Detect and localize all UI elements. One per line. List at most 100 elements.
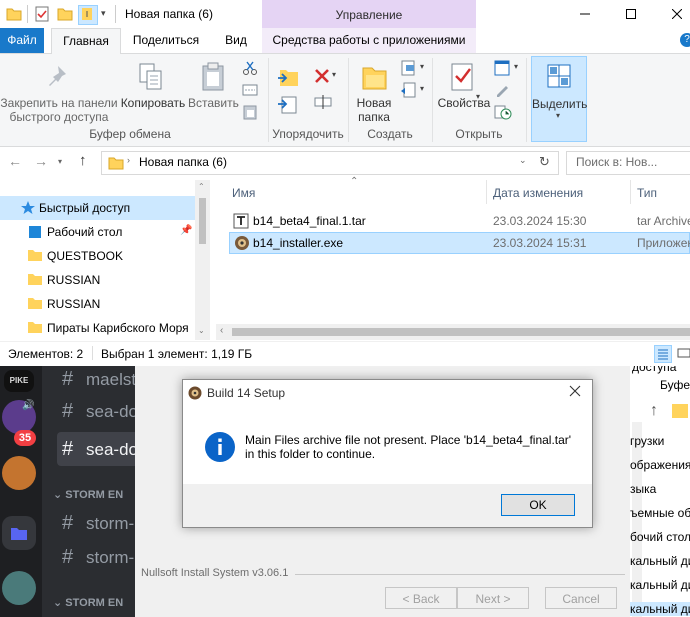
nav-item-folder[interactable]: RUSSIAN [0, 268, 195, 292]
delete-dropdown-icon[interactable]: ▾ [332, 70, 336, 79]
tab-share[interactable]: Поделиться [124, 28, 208, 53]
channel-item[interactable]: # storm- [62, 546, 135, 580]
delete-icon[interactable] [314, 68, 330, 84]
breadcrumb-chevron-icon[interactable]: › [127, 155, 130, 165]
nav-item-quick-access[interactable]: Быстрый доступ [0, 196, 195, 220]
up-arrow-icon[interactable]: ↑ [79, 152, 87, 169]
new-folder-button[interactable]: Новая папка [352, 96, 396, 124]
up-arrow-icon[interactable]: ↑ [650, 402, 658, 420]
close-button[interactable] [654, 0, 690, 28]
new-folder-qat-icon[interactable] [57, 6, 73, 22]
edit-icon[interactable] [494, 82, 512, 98]
file-row[interactable]: b14_beta4_final.1.tar 23.03.2024 15:30 t… [229, 210, 690, 232]
search-input[interactable]: Поиск в: Нов... [566, 151, 690, 175]
server-icon-robot[interactable] [2, 571, 36, 605]
nav-item[interactable]: кальный ди [630, 578, 690, 592]
info-icon [204, 431, 236, 463]
large-icons-view-icon[interactable] [676, 345, 690, 363]
paste-button[interactable]: Вставить [188, 96, 239, 110]
forward-arrow-icon[interactable]: → [34, 153, 48, 169]
channel-item[interactable]: # sea-do [62, 400, 135, 434]
tab-view[interactable]: Вид [216, 28, 256, 53]
channel-category[interactable]: ⌄ STORM EN [53, 596, 123, 609]
status-divider [92, 346, 93, 360]
nav-item[interactable]: грузки [630, 434, 664, 448]
tab-app-tools[interactable]: Средства работы с приложениями [262, 28, 476, 53]
tab-file[interactable]: Файл [0, 28, 44, 53]
copy-path-icon[interactable] [242, 82, 258, 98]
paste-shortcut-icon[interactable] [242, 104, 258, 120]
channel-item[interactable]: # storm- [62, 512, 135, 546]
scroll-up-icon[interactable]: ⌃ [198, 182, 205, 191]
back-button[interactable]: < Back [385, 587, 457, 609]
new-item-icon[interactable] [400, 60, 418, 76]
breadcrumb[interactable]: Новая папка (6) [139, 155, 227, 169]
sort-ascending-icon: ⌃ [350, 176, 359, 187]
group-create-label: Создать [367, 127, 413, 141]
properties-qat-icon[interactable] [34, 6, 50, 22]
minimize-button[interactable] [562, 0, 608, 28]
ribbon-group-label: Буфер [660, 378, 690, 392]
nav-item-selected[interactable]: кальный ди [630, 602, 690, 616]
recent-locations-icon[interactable]: ▾ [58, 157, 62, 166]
properties-button[interactable]: Свойства [436, 96, 492, 110]
nav-item[interactable]: ъемные об [630, 506, 690, 520]
folder-icon [672, 404, 688, 418]
copy-button[interactable]: Копировать [120, 96, 186, 110]
open-dropdown-icon[interactable]: ▾ [514, 62, 518, 71]
help-icon[interactable]: ? [680, 33, 690, 47]
nav-item[interactable]: зыка [630, 482, 656, 496]
nav-item[interactable]: бочий стол [630, 530, 690, 544]
scroll-thumb[interactable] [232, 328, 690, 336]
address-bar[interactable]: › Новая папка (6) ⌄ ↻ [101, 151, 559, 175]
new-item-dropdown-icon[interactable]: ▾ [420, 62, 424, 71]
folder-icon[interactable] [2, 516, 36, 550]
explorer-folder-icon[interactable] [6, 6, 22, 22]
file-row-selected[interactable]: b14_installer.exe 23.03.2024 15:31 Прило… [229, 232, 690, 254]
scroll-down-icon[interactable]: ⌄ [198, 326, 205, 335]
nav-scrollbar[interactable]: ⌃ ⌄ [195, 180, 210, 340]
copy-to-icon[interactable] [276, 94, 300, 116]
maximize-button[interactable] [608, 0, 654, 28]
open-icon[interactable] [494, 60, 512, 76]
nav-item-desktop[interactable]: Рабочий стол 📌 [0, 220, 195, 244]
column-header-type[interactable]: Тип [637, 186, 657, 200]
server-icon-pike[interactable]: PIKE [4, 370, 34, 392]
history-icon[interactable] [494, 104, 512, 120]
next-button[interactable]: Next > [457, 587, 529, 609]
qat-dropdown-icon[interactable]: ▾ [101, 8, 106, 19]
scroll-left-icon[interactable]: ‹ [220, 325, 223, 336]
address-dropdown-icon[interactable]: ⌄ [519, 155, 527, 166]
move-to-icon[interactable] [276, 66, 300, 88]
file-date: 23.03.2024 15:30 [493, 214, 587, 228]
cut-icon[interactable] [242, 60, 258, 76]
refresh-icon[interactable]: ↻ [539, 154, 550, 170]
column-header-date[interactable]: Дата изменения [493, 186, 583, 200]
scroll-thumb[interactable] [199, 198, 206, 244]
nav-item-folder[interactable]: RUSSIAN [0, 292, 195, 316]
column-separator[interactable] [486, 180, 487, 204]
back-arrow-icon[interactable]: ← [8, 153, 22, 169]
nav-item[interactable]: кальный ди [630, 554, 690, 568]
easy-access-icon[interactable] [400, 82, 418, 98]
details-view-icon[interactable] [654, 345, 672, 363]
nav-item-folder[interactable]: QUESTBOOK [0, 244, 195, 268]
customize-qat-icon[interactable] [78, 5, 98, 25]
channel-category[interactable]: ⌄ STORM EN [53, 488, 123, 501]
easy-access-dropdown-icon[interactable]: ▾ [420, 84, 424, 93]
cancel-button[interactable]: Cancel [545, 587, 617, 609]
column-separator[interactable] [630, 180, 631, 204]
column-header-name[interactable]: Имя [232, 186, 255, 200]
rename-icon[interactable] [314, 94, 332, 110]
channel-item-active[interactable]: # sea-do [57, 432, 135, 466]
pin-button[interactable]: Закрепить на панели быстрого доступа [0, 96, 118, 124]
nav-item[interactable]: ображения [630, 458, 690, 472]
server-icon-character[interactable] [2, 456, 36, 490]
channel-item[interactable]: # maelst [62, 368, 135, 402]
nav-item-folder[interactable]: Пираты Карибского Моря [0, 316, 195, 340]
ok-button[interactable]: OK [501, 494, 575, 516]
file-list-hscrollbar[interactable]: ‹ [216, 324, 690, 340]
select-button[interactable]: Выделить ▾ [531, 56, 587, 142]
dialog-close-button[interactable] [569, 385, 581, 397]
tab-home[interactable]: Главная [51, 28, 121, 54]
